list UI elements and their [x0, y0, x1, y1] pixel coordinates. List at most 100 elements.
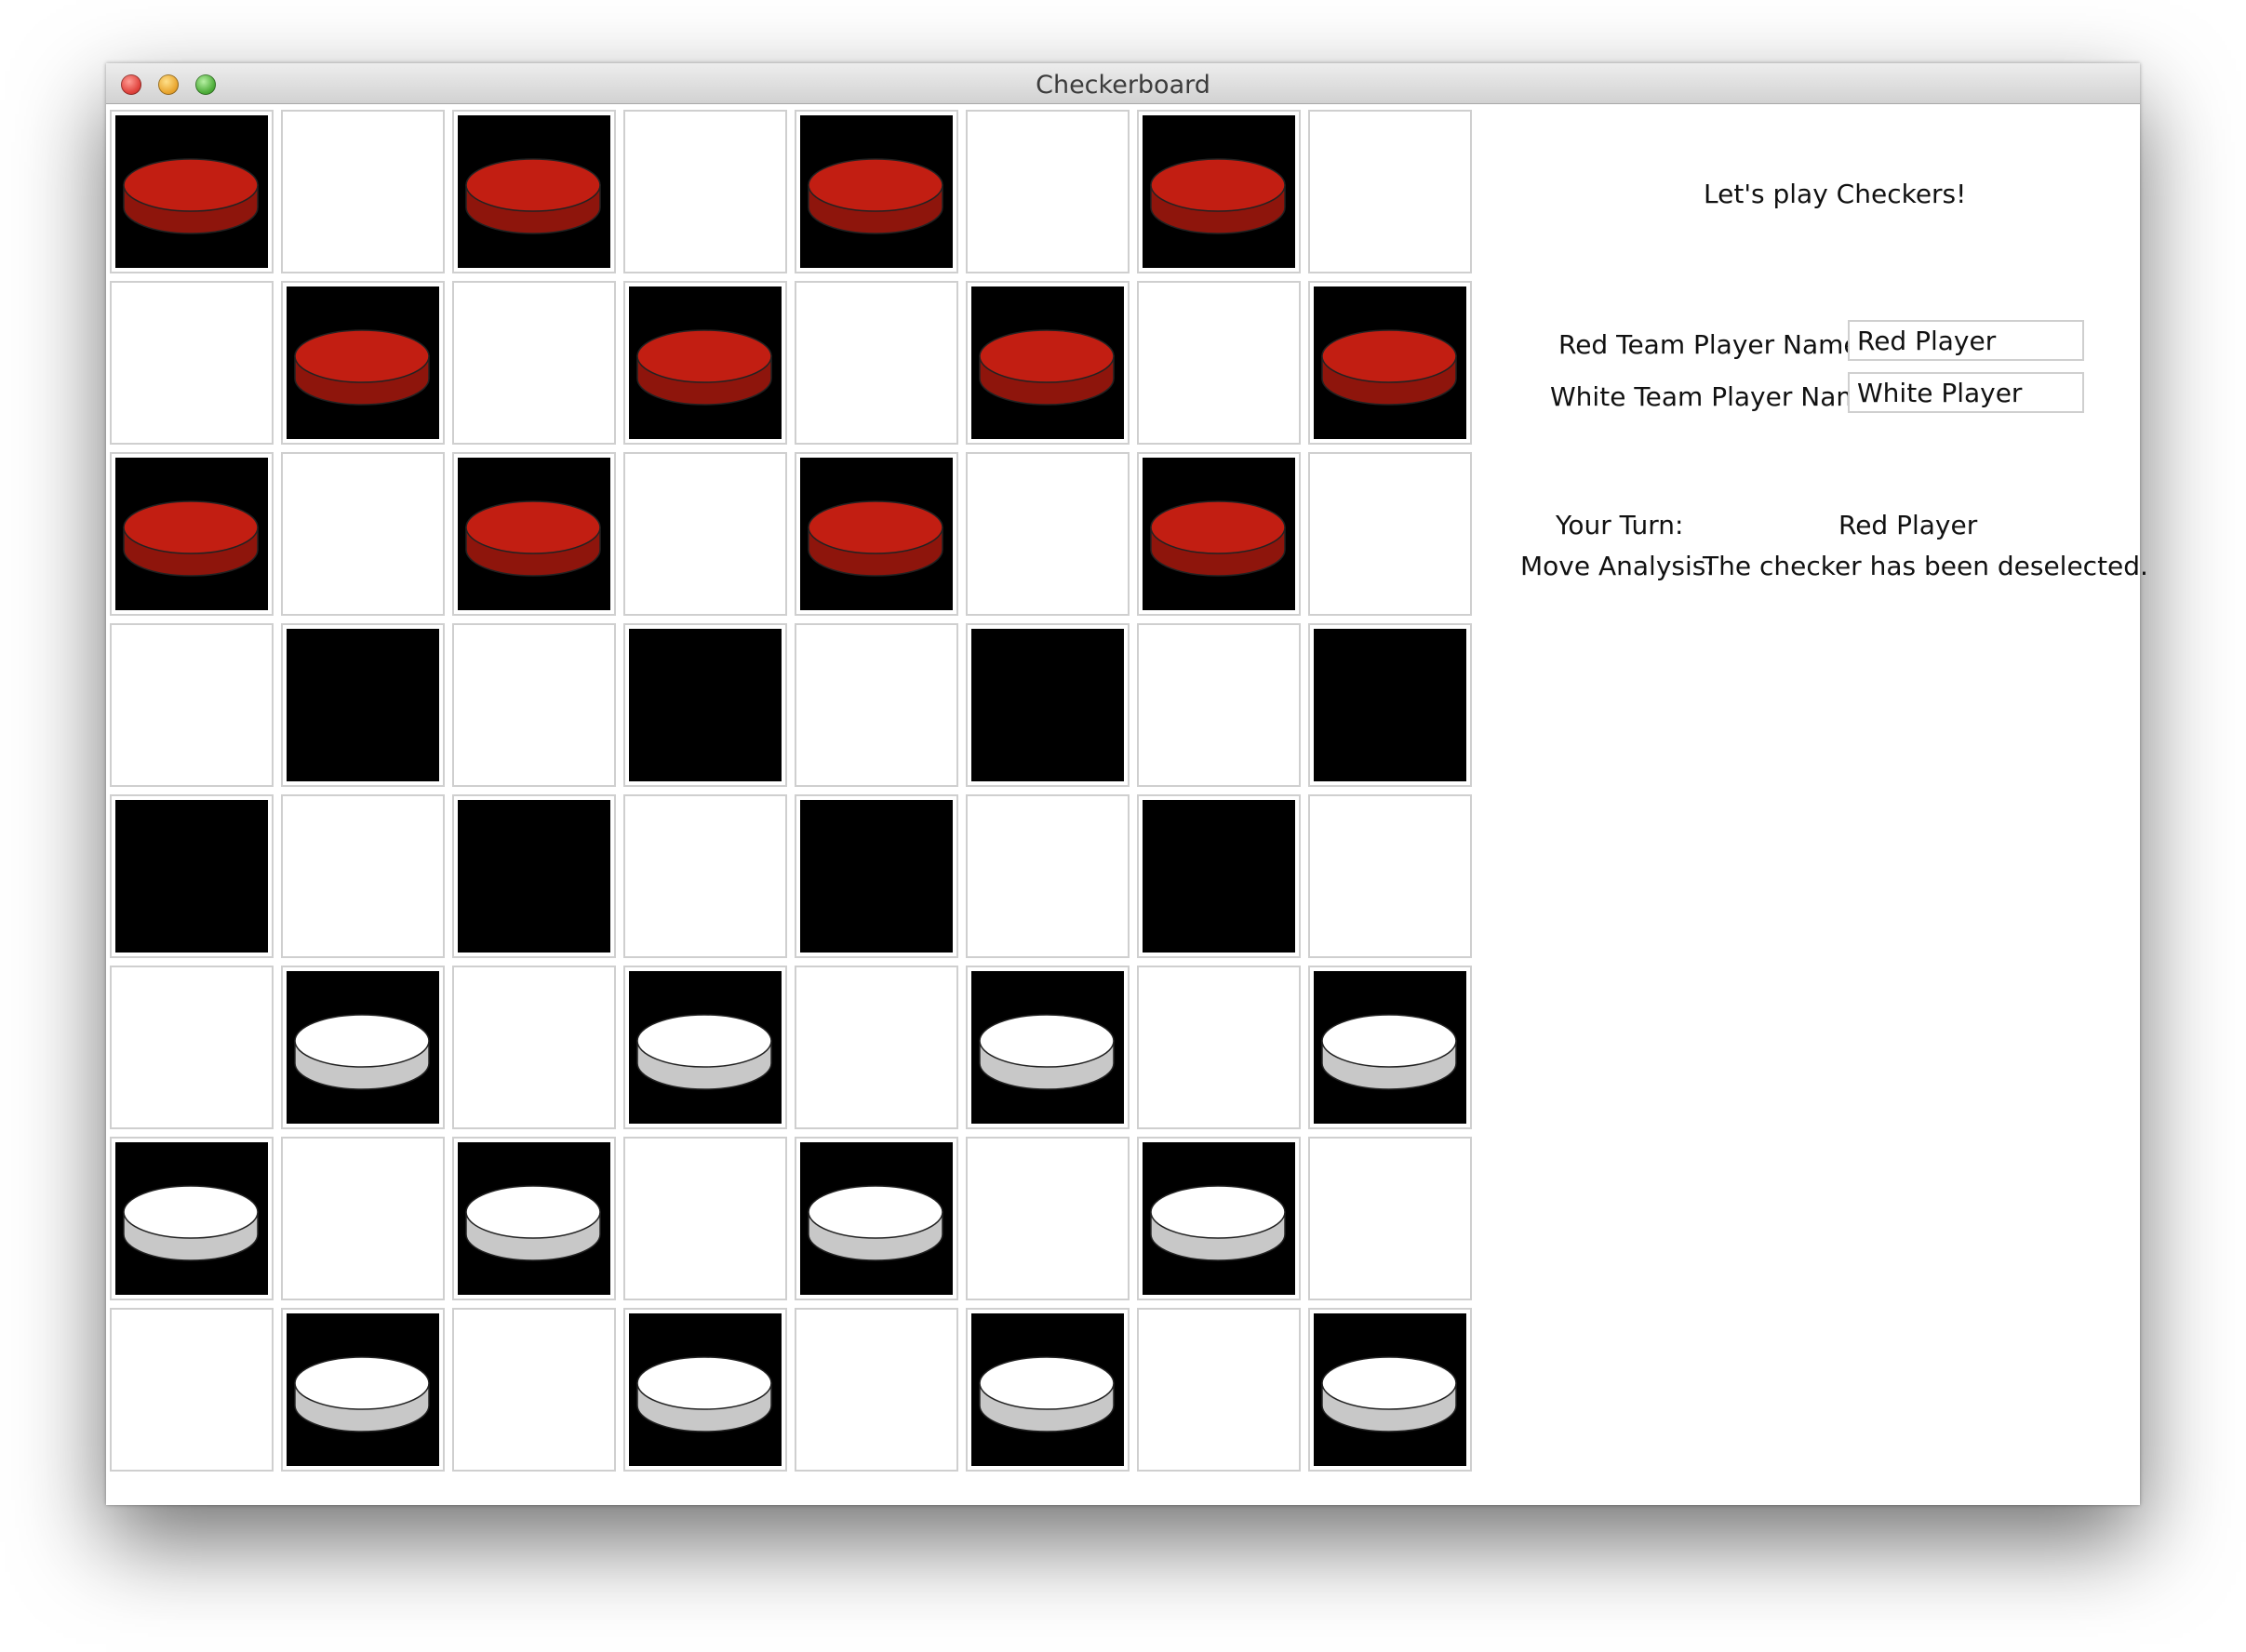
- dark-square[interactable]: [452, 794, 616, 958]
- light-square[interactable]: [623, 452, 787, 616]
- light-square[interactable]: [795, 623, 958, 787]
- dark-square[interactable]: [110, 794, 274, 958]
- light-square[interactable]: [795, 966, 958, 1129]
- red-checker-piece[interactable]: [977, 326, 1116, 409]
- red-checker-piece[interactable]: [1148, 497, 1288, 580]
- white-checker-piece[interactable]: [121, 1181, 261, 1265]
- dark-square[interactable]: [966, 966, 1130, 1129]
- dark-square[interactable]: [1137, 110, 1301, 273]
- white-checker-piece[interactable]: [1319, 1352, 1459, 1436]
- light-square[interactable]: [281, 794, 445, 958]
- dark-square[interactable]: [966, 281, 1130, 445]
- white-player-label: White Team Player Name:: [1550, 381, 1887, 412]
- checkerboard-window: Checkerboard Let's play Checkers! Red Te…: [106, 63, 2148, 1505]
- dark-square[interactable]: [966, 623, 1130, 787]
- dark-square[interactable]: [795, 110, 958, 273]
- dark-square[interactable]: [1308, 1308, 1472, 1472]
- red-checker-piece[interactable]: [121, 154, 261, 238]
- move-analysis-label: Move Analysis:: [1520, 551, 1715, 581]
- dark-square[interactable]: [795, 794, 958, 958]
- dark-square[interactable]: [452, 1137, 616, 1300]
- red-player-name-field[interactable]: [1848, 320, 2084, 361]
- dark-square[interactable]: [281, 1308, 445, 1472]
- white-checker-piece[interactable]: [1319, 1010, 1459, 1094]
- light-square[interactable]: [966, 110, 1130, 273]
- welcome-text: Let's play Checkers!: [1704, 179, 1967, 209]
- light-square[interactable]: [110, 1308, 274, 1472]
- light-square[interactable]: [1308, 1137, 1472, 1300]
- dark-square[interactable]: [623, 623, 787, 787]
- light-square[interactable]: [1308, 452, 1472, 616]
- light-square[interactable]: [1137, 281, 1301, 445]
- light-square[interactable]: [623, 1137, 787, 1300]
- light-square[interactable]: [452, 281, 616, 445]
- light-square[interactable]: [281, 1137, 445, 1300]
- light-square[interactable]: [1137, 623, 1301, 787]
- light-square[interactable]: [1308, 794, 1472, 958]
- dark-square[interactable]: [623, 281, 787, 445]
- turn-label: Your Turn:: [1556, 510, 1684, 540]
- dark-square[interactable]: [623, 966, 787, 1129]
- light-square[interactable]: [1137, 1308, 1301, 1472]
- light-square[interactable]: [966, 452, 1130, 616]
- dark-square[interactable]: [1137, 1137, 1301, 1300]
- dark-square[interactable]: [281, 281, 445, 445]
- red-checker-piece[interactable]: [463, 497, 603, 580]
- dark-square[interactable]: [1308, 966, 1472, 1129]
- white-checker-piece[interactable]: [977, 1010, 1116, 1094]
- dark-square[interactable]: [452, 110, 616, 273]
- light-square[interactable]: [110, 281, 274, 445]
- dark-square[interactable]: [1137, 794, 1301, 958]
- light-square[interactable]: [1308, 110, 1472, 273]
- light-square[interactable]: [966, 794, 1130, 958]
- title-bar[interactable]: Checkerboard: [106, 63, 2140, 104]
- light-square[interactable]: [452, 623, 616, 787]
- light-square[interactable]: [795, 281, 958, 445]
- dark-square[interactable]: [281, 966, 445, 1129]
- red-checker-piece[interactable]: [121, 497, 261, 580]
- window-title: Checkerboard: [1036, 71, 1210, 100]
- light-square[interactable]: [966, 1137, 1130, 1300]
- dark-square[interactable]: [110, 1137, 274, 1300]
- red-checker-piece[interactable]: [1319, 326, 1459, 409]
- light-square[interactable]: [110, 966, 274, 1129]
- light-square[interactable]: [281, 110, 445, 273]
- light-square[interactable]: [795, 1308, 958, 1472]
- move-analysis-value: The checker has been deselected.: [1703, 551, 2148, 581]
- red-checker-piece[interactable]: [806, 154, 945, 238]
- red-checker-piece[interactable]: [1148, 154, 1288, 238]
- light-square[interactable]: [110, 623, 274, 787]
- turn-value: Red Player: [1838, 510, 1978, 540]
- white-checker-piece[interactable]: [463, 1181, 603, 1265]
- dark-square[interactable]: [795, 452, 958, 616]
- white-checker-piece[interactable]: [635, 1010, 774, 1094]
- red-checker-piece[interactable]: [292, 326, 432, 409]
- light-square[interactable]: [452, 1308, 616, 1472]
- dark-square[interactable]: [1308, 623, 1472, 787]
- red-checker-piece[interactable]: [635, 326, 774, 409]
- light-square[interactable]: [452, 966, 616, 1129]
- light-square[interactable]: [623, 110, 787, 273]
- light-square[interactable]: [1137, 966, 1301, 1129]
- white-player-name-field[interactable]: [1848, 372, 2084, 413]
- white-checker-piece[interactable]: [977, 1352, 1116, 1436]
- dark-square[interactable]: [110, 452, 274, 616]
- white-checker-piece[interactable]: [1148, 1181, 1288, 1265]
- light-square[interactable]: [281, 452, 445, 616]
- dark-square[interactable]: [623, 1308, 787, 1472]
- dark-square[interactable]: [966, 1308, 1130, 1472]
- dark-square[interactable]: [795, 1137, 958, 1300]
- dark-square[interactable]: [281, 623, 445, 787]
- dark-square[interactable]: [1137, 452, 1301, 616]
- red-player-label: Red Team Player Name:: [1558, 329, 1869, 360]
- light-square[interactable]: [623, 794, 787, 958]
- white-checker-piece[interactable]: [292, 1010, 432, 1094]
- white-checker-piece[interactable]: [806, 1181, 945, 1265]
- red-checker-piece[interactable]: [806, 497, 945, 580]
- dark-square[interactable]: [452, 452, 616, 616]
- dark-square[interactable]: [1308, 281, 1472, 445]
- white-checker-piece[interactable]: [635, 1352, 774, 1436]
- dark-square[interactable]: [110, 110, 274, 273]
- red-checker-piece[interactable]: [463, 154, 603, 238]
- white-checker-piece[interactable]: [292, 1352, 432, 1436]
